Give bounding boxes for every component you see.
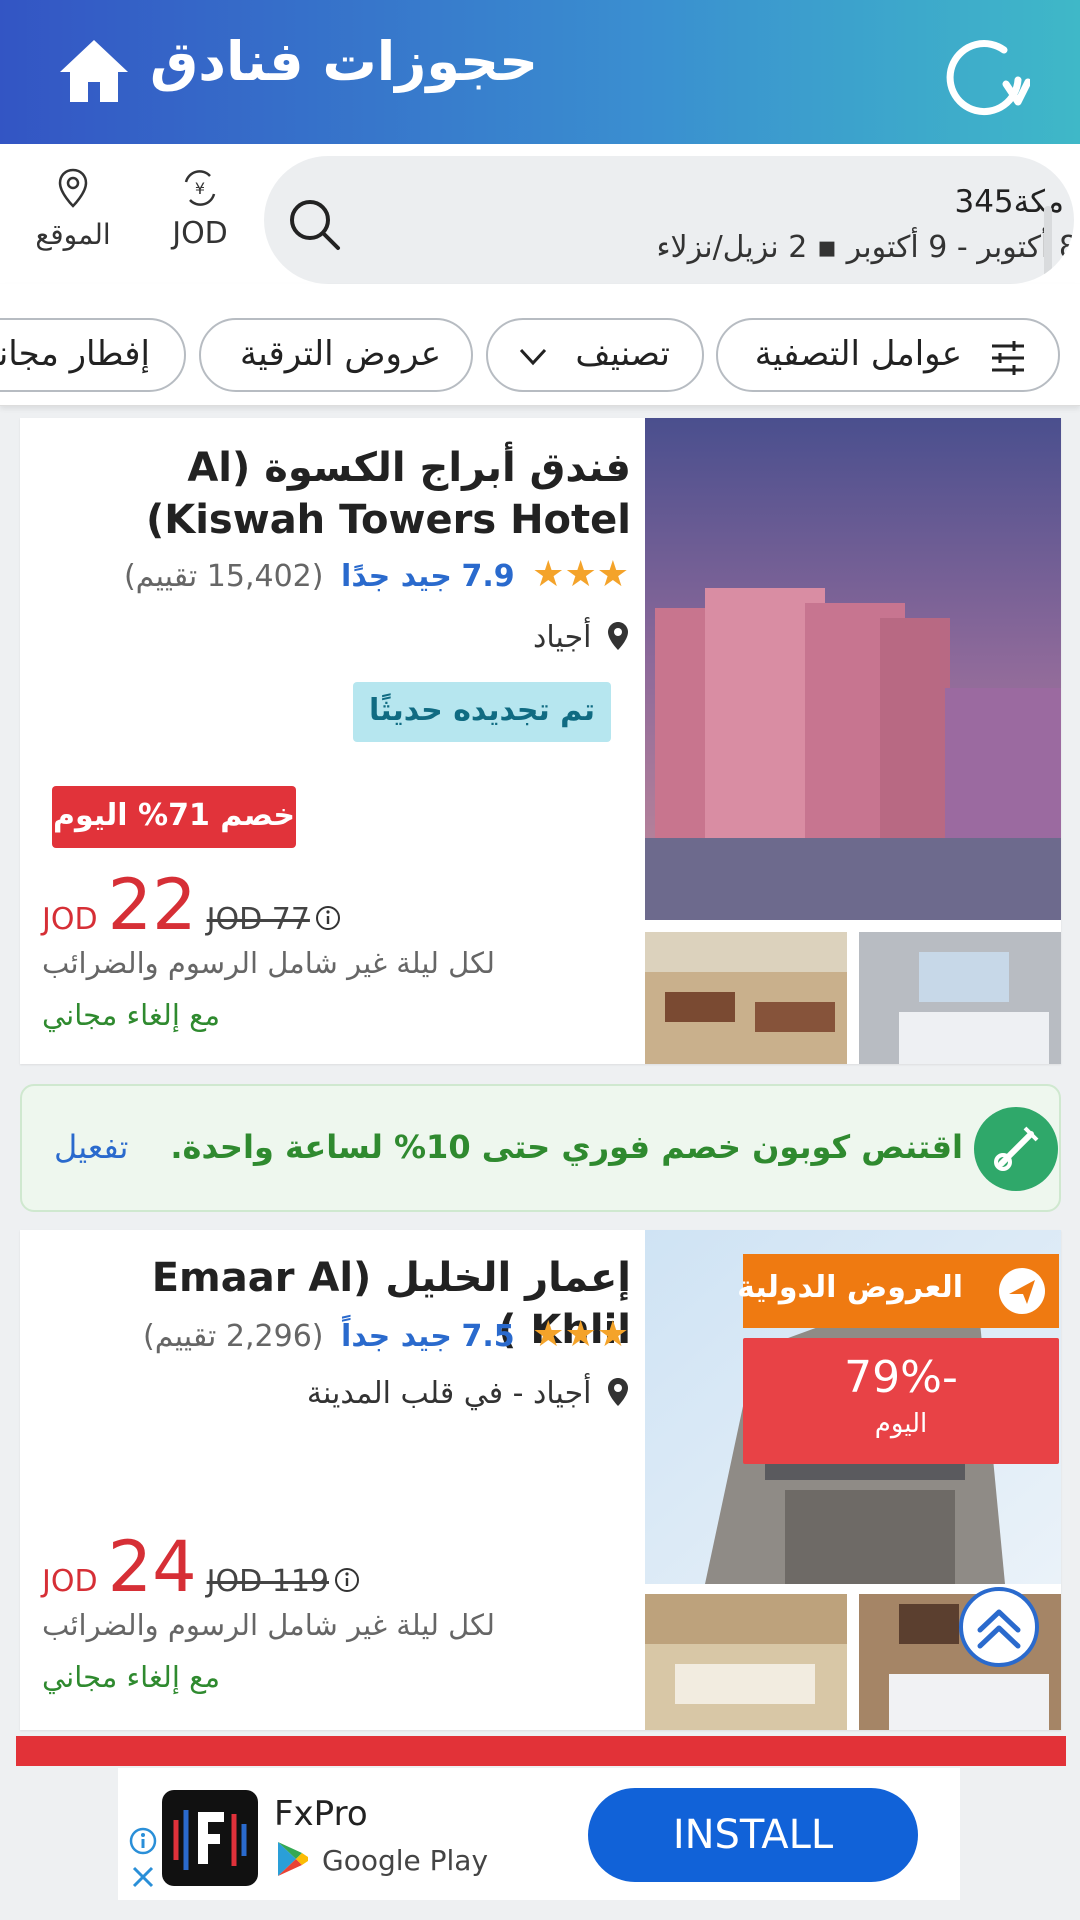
per-night-note: لكل ليلة غير شامل الرسوم والضرائب bbox=[42, 1608, 495, 1642]
ad-banner[interactable]: FxPro Google Play INSTALL bbox=[118, 1768, 960, 1900]
currency-label: JOD bbox=[172, 216, 228, 251]
filter-chip[interactable]: عوامل التصفية bbox=[716, 318, 1060, 392]
hotel-card[interactable]: فندق أبراج الكسوة (Al Kiswah Towers Hote… bbox=[20, 418, 1061, 1064]
star-rating: ★★★ bbox=[532, 554, 631, 595]
app-logo-icon bbox=[162, 1790, 258, 1886]
coupon-icon bbox=[974, 1107, 1058, 1191]
info-icon[interactable] bbox=[315, 905, 341, 931]
price: JOD 22 JOD 77 bbox=[42, 864, 341, 946]
filter-chips: عوامل التصفية تصنيف عروض الترقية إفطار م… bbox=[0, 284, 1080, 406]
percent-off-period: اليوم bbox=[874, 1409, 928, 1439]
home-icon[interactable] bbox=[58, 38, 130, 104]
scrollbar bbox=[1044, 206, 1052, 284]
hotel-location: أجياد bbox=[533, 620, 629, 655]
per-night-note: لكل ليلة غير شامل الرسوم والضرائب bbox=[42, 946, 495, 980]
review-count: (2,296 تقييم) bbox=[143, 1319, 324, 1354]
price-currency: JOD bbox=[42, 1564, 98, 1599]
chevron-down-icon bbox=[519, 348, 547, 366]
hotel-photo[interactable] bbox=[645, 418, 1061, 920]
search-dates-guests: 8 أكتوبر - 9 أكتوبر ▪ 2 نزيل/نزلاء bbox=[656, 230, 1074, 265]
old-price: JOD 77 bbox=[206, 902, 310, 937]
price-currency: JOD bbox=[42, 902, 98, 937]
search-field[interactable]: مكة345 8 أكتوبر - 9 أكتوبر ▪ 2 نزيل/نزلا… bbox=[264, 156, 1074, 284]
star-rating: ★★★ bbox=[532, 1314, 631, 1355]
ad-app-name: FxPro bbox=[274, 1794, 368, 1834]
coupon-banner: اقتنص كوبون خصم فوري حتى 10% لساعة واحدة… bbox=[20, 1084, 1061, 1212]
location-label: الموقع bbox=[35, 218, 111, 251]
review-score: 7.5 bbox=[461, 1319, 515, 1354]
plane-icon bbox=[999, 1268, 1045, 1314]
upgrade-chip-label: عروض الترقية bbox=[240, 334, 441, 374]
activate-link[interactable]: تفعيل bbox=[54, 1128, 128, 1166]
breakfast-chip-label: إفطار مجاني bbox=[0, 334, 150, 374]
renovated-badge: تم تجديده حديثًا bbox=[353, 682, 611, 742]
free-cancellation: مع إلغاء مجاني bbox=[42, 998, 221, 1032]
google-play-icon bbox=[278, 1842, 308, 1876]
app-header: حجوزات فنادق bbox=[0, 0, 1080, 144]
rating: ★★★ 7.5 جيد جداً (2,296 تقييم) bbox=[143, 1314, 631, 1355]
filter-chip-label: عوامل التصفية bbox=[754, 334, 962, 374]
hotel-thumbnail[interactable] bbox=[645, 1594, 847, 1730]
map-pin-icon bbox=[608, 622, 628, 650]
hotel-card[interactable]: العروض الدولية 79%- اليوم إعمار الخليل (… bbox=[20, 1230, 1061, 1730]
scroll-to-top-icon[interactable] bbox=[958, 1586, 1040, 1668]
hotel-thumbnail[interactable] bbox=[859, 932, 1061, 1064]
upgrade-offers-chip[interactable]: عروض الترقية bbox=[199, 318, 473, 392]
hotel-name[interactable]: فندق أبراج الكسوة (Al Kiswah Towers Hote… bbox=[71, 442, 631, 546]
location-button[interactable]: الموقع bbox=[28, 168, 118, 268]
map-pin-icon bbox=[608, 1378, 628, 1406]
currency-button[interactable]: ¥ JOD bbox=[160, 168, 240, 268]
ad-info-icon[interactable] bbox=[128, 1826, 158, 1856]
price: JOD 24 JOD 119 bbox=[42, 1526, 360, 1608]
price-value: 24 bbox=[107, 1526, 197, 1608]
old-price: JOD 119 bbox=[206, 1564, 329, 1599]
location-text: أجياد - في قلب المدينة bbox=[306, 1376, 592, 1411]
percent-off-badge: 79%- اليوم bbox=[743, 1338, 1059, 1464]
ad-store-name: Google Play bbox=[322, 1844, 489, 1877]
percent-off-value: 79%- bbox=[844, 1352, 958, 1403]
coupon-text: اقتنص كوبون خصم فوري حتى 10% لساعة واحدة… bbox=[170, 1128, 963, 1166]
discount-badge: خصم 71% اليوم bbox=[52, 786, 296, 848]
hotel-thumbnail[interactable] bbox=[645, 932, 847, 1064]
sort-chip-label: تصنيف bbox=[575, 334, 670, 374]
free-breakfast-chip[interactable]: إفطار مجاني bbox=[0, 318, 186, 392]
map-pin-icon bbox=[58, 168, 88, 208]
close-icon[interactable] bbox=[128, 1862, 158, 1892]
international-offers-label: العروض الدولية bbox=[737, 1270, 963, 1305]
page-title: حجوزات فنادق bbox=[150, 30, 539, 93]
svg-text:¥: ¥ bbox=[195, 179, 205, 198]
international-offers-badge: العروض الدولية bbox=[737, 1254, 1059, 1328]
install-button[interactable]: INSTALL bbox=[588, 1788, 918, 1882]
review-word: جيد جدًا bbox=[341, 559, 452, 594]
currency-exchange-icon: ¥ bbox=[184, 170, 216, 206]
promo-strip bbox=[16, 1736, 1066, 1766]
info-icon[interactable] bbox=[334, 1567, 360, 1593]
review-score: 7.9 bbox=[461, 559, 515, 594]
review-word: جيد جداً bbox=[341, 1319, 452, 1354]
sort-chip[interactable]: تصنيف bbox=[486, 318, 704, 392]
search-icon bbox=[290, 200, 340, 250]
refresh-icon[interactable] bbox=[938, 28, 1030, 120]
free-cancellation: مع إلغاء مجاني bbox=[42, 1660, 221, 1694]
search-row: الموقع ¥ JOD مكة345 8 أكتوبر - 9 أكتوبر … bbox=[0, 144, 1080, 284]
hotel-location: أجياد - في قلب المدينة bbox=[307, 1376, 629, 1411]
price-value: 22 bbox=[107, 864, 197, 946]
rating: ★★★ 7.9 جيد جدًا (15,402 تقييم) bbox=[123, 554, 631, 595]
review-count: (15,402 تقييم) bbox=[123, 559, 324, 594]
sliders-icon bbox=[992, 341, 1024, 375]
location-text: أجياد bbox=[533, 620, 592, 655]
